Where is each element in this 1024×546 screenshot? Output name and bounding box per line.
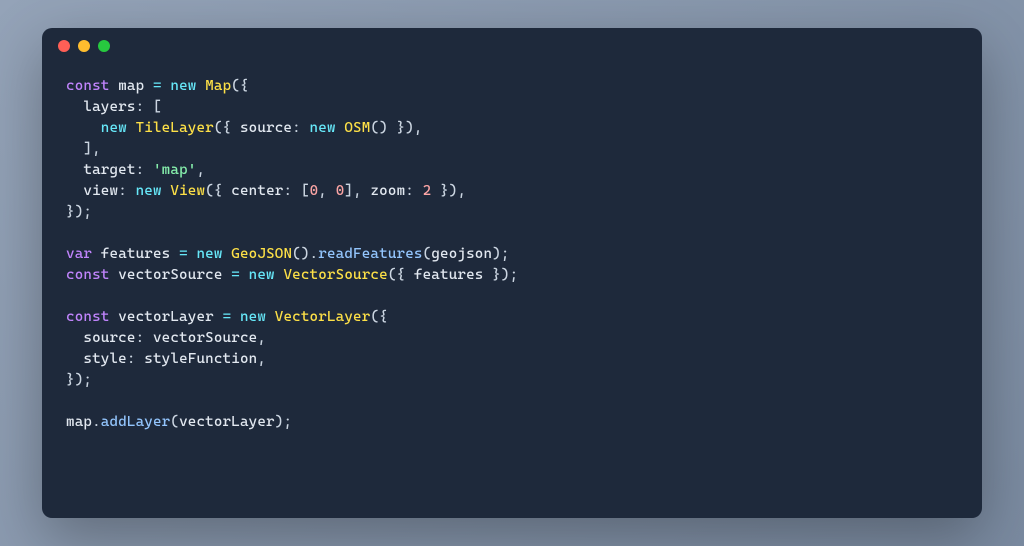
code-token: new (196, 246, 222, 262)
code-token: new (136, 183, 162, 199)
minimize-icon[interactable] (78, 40, 90, 52)
code-token: = (223, 309, 232, 325)
code-token: , (257, 351, 266, 367)
code-token: vectorSource (153, 330, 257, 346)
code-token: ); (492, 246, 509, 262)
code-token: const (66, 78, 109, 94)
code-token: addLayer (101, 414, 171, 430)
code-token: [ (144, 99, 161, 115)
code-token: new (170, 78, 196, 94)
code-token: var (66, 246, 92, 262)
code-token: new (101, 120, 127, 136)
code-token: zoom (370, 183, 405, 199)
code-token: features (414, 267, 484, 283)
code-token: geojson (431, 246, 492, 262)
code-token: vectorLayer (179, 414, 275, 430)
code-token: 'map' (153, 162, 196, 178)
code-token: , (257, 330, 266, 346)
code-token: ); (275, 414, 292, 430)
code-token: readFeatures (318, 246, 422, 262)
code-token: ({ (370, 309, 387, 325)
code-content: const map = new Map({ layers: [ new Tile… (42, 64, 982, 445)
code-token: }); (66, 372, 92, 388)
code-token: vectorLayer (118, 309, 214, 325)
code-token: styleFunction (144, 351, 257, 367)
code-token: ({ (231, 78, 248, 94)
code-token: view (66, 183, 118, 199)
maximize-icon[interactable] (98, 40, 110, 52)
code-token: new (249, 267, 275, 283)
code-token: source (240, 120, 292, 136)
code-token: center (231, 183, 283, 199)
code-token: }); (66, 204, 92, 220)
code-token: Map (205, 78, 231, 94)
code-token: ( (170, 414, 179, 430)
code-token: ({ (214, 120, 240, 136)
code-token: map (118, 78, 144, 94)
code-token: target (66, 162, 136, 178)
code-token: ({ (205, 183, 231, 199)
close-icon[interactable] (58, 40, 70, 52)
code-token: new (310, 120, 336, 136)
code-token: features (101, 246, 171, 262)
code-token: [ (292, 183, 309, 199)
code-token: : (136, 99, 145, 115)
code-token: OSM (344, 120, 370, 136)
code-token: }), (431, 183, 466, 199)
code-token: : (136, 330, 145, 346)
code-token: map (66, 414, 92, 430)
code-token: }); (483, 267, 518, 283)
code-token: ], (344, 183, 370, 199)
code-token: layers (66, 99, 136, 115)
code-token: () }), (370, 120, 422, 136)
code-token: = (153, 78, 162, 94)
code-token: ], (66, 141, 101, 157)
code-token: : (405, 183, 414, 199)
code-token: const (66, 267, 109, 283)
code-token: source (66, 330, 136, 346)
code-token: ({ (388, 267, 414, 283)
code-token: (). (292, 246, 318, 262)
code-token: View (170, 183, 205, 199)
code-token: = (231, 267, 240, 283)
code-token: style (66, 351, 127, 367)
code-token: ( (423, 246, 432, 262)
code-token: : (292, 120, 301, 136)
code-token: new (240, 309, 266, 325)
code-token: : (127, 351, 136, 367)
code-token: : (136, 162, 145, 178)
code-token: GeoJSON (231, 246, 292, 262)
code-token: : (283, 183, 292, 199)
code-window: const map = new Map({ layers: [ new Tile… (42, 28, 982, 518)
code-token: VectorSource (283, 267, 387, 283)
code-token: vectorSource (118, 267, 222, 283)
code-token: TileLayer (136, 120, 214, 136)
code-token: , (196, 162, 205, 178)
code-token: VectorLayer (275, 309, 371, 325)
code-token: : (118, 183, 127, 199)
code-token: 0 (310, 183, 319, 199)
code-token: . (92, 414, 101, 430)
code-token: , (318, 183, 335, 199)
window-titlebar (42, 28, 982, 64)
code-token: const (66, 309, 109, 325)
code-token: = (179, 246, 188, 262)
